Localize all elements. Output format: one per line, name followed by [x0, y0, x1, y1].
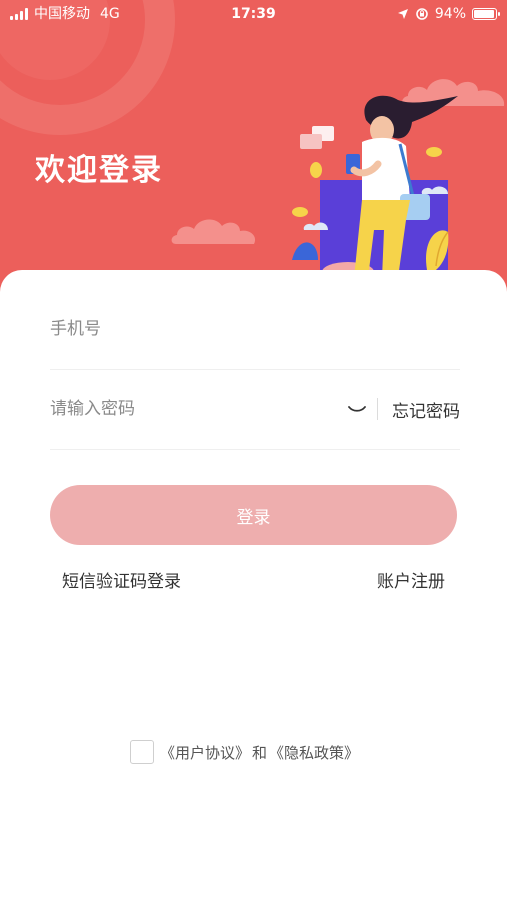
- sms-login-link[interactable]: 短信验证码登录: [62, 567, 181, 592]
- page-title: 欢迎登录: [35, 153, 163, 188]
- status-bar: 中国移动 4G 17:39 94%: [0, 0, 507, 28]
- password-field: 忘记密码: [50, 370, 460, 450]
- battery-icon: [472, 8, 500, 20]
- header-banner: 中国移动 4G 17:39 94% 欢迎登录: [0, 0, 507, 300]
- cloud-illustration: [171, 219, 256, 244]
- phone-field: [50, 290, 460, 370]
- privacy-policy-link[interactable]: 《隐私政策》: [269, 742, 359, 763]
- woman-with-phone-illustration: [292, 95, 458, 280]
- battery-level: [474, 10, 494, 18]
- agreement-checkbox[interactable]: [130, 740, 154, 764]
- agreement-row: 《用户协议》 和 《隐私政策》: [130, 740, 359, 764]
- password-input[interactable]: [50, 394, 340, 424]
- forgot-password-link[interactable]: 忘记密码: [392, 397, 460, 422]
- eye-closed-icon[interactable]: [348, 402, 366, 416]
- location-arrow-icon: [397, 9, 408, 19]
- battery-percent: 94%: [434, 6, 466, 22]
- register-link[interactable]: 账户注册: [377, 567, 445, 592]
- status-right: 94%: [397, 0, 500, 28]
- orientation-lock-icon: [416, 8, 428, 20]
- user-agreement-link[interactable]: 《用户协议》: [160, 742, 250, 763]
- phone-input[interactable]: [50, 314, 340, 344]
- login-button[interactable]: 登录: [50, 485, 457, 545]
- agreement-conjunction: 和: [252, 743, 268, 762]
- field-divider: [377, 398, 378, 420]
- login-card: 忘记密码 登录 短信验证码登录 账户注册 《用户协议》 和 《隐私政策》: [0, 270, 507, 900]
